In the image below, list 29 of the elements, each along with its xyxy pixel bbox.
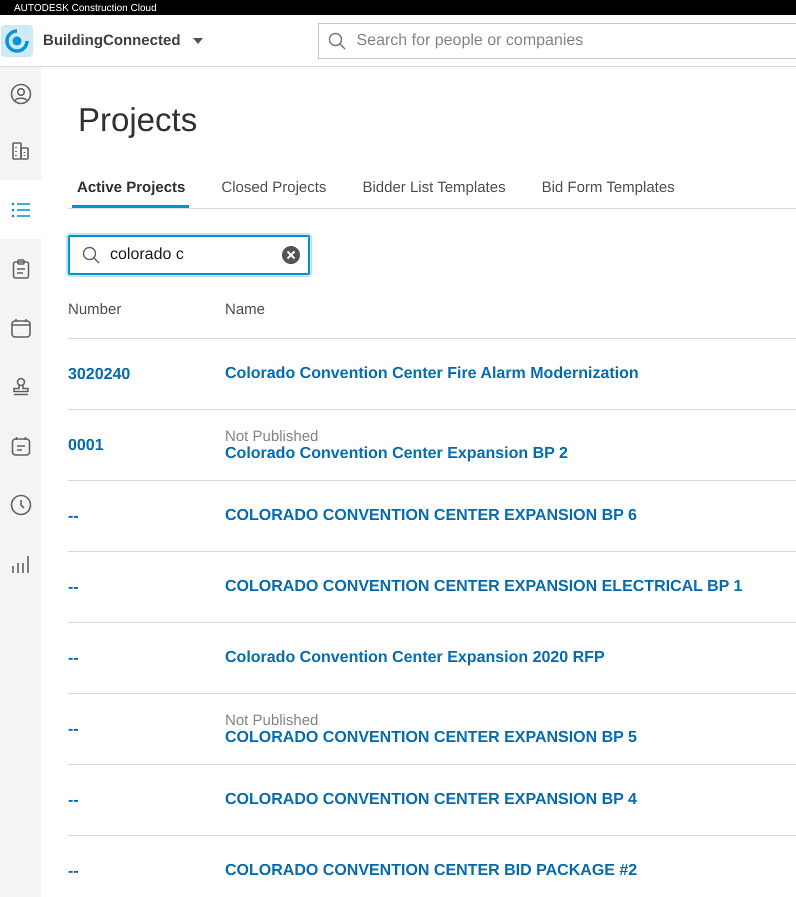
project-number[interactable]: -- bbox=[68, 863, 79, 880]
filter-field[interactable]: colorado c bbox=[68, 235, 310, 275]
status-label: Not Published bbox=[225, 428, 318, 444]
column-header[interactable]: Name bbox=[225, 301, 266, 338]
project-link[interactable]: Colorado Convention Center Expansion 2020 RFP bbox=[225, 649, 605, 667]
project-link[interactable]: Colorado Convention Center Fire Alarm Modernization bbox=[225, 365, 639, 383]
tab[interactable]: Active Projects bbox=[72, 171, 190, 208]
project-link[interactable]: COLORADO CONVENTION CENTER EXPANSION ELECTRICAL BP 1 bbox=[225, 578, 742, 596]
project-link[interactable]: COLORADO CONVENTION CENTER EXPANSION BP 4 bbox=[225, 791, 637, 809]
brand-title: AUTODESK Construction Cloud bbox=[13, 3, 157, 15]
project-link[interactable]: COLORADO CONVENTION CENTER EXPANSION BP 6 bbox=[225, 507, 637, 525]
page-title: Projects bbox=[78, 101, 198, 140]
column-header[interactable]: Number bbox=[68, 301, 225, 338]
status-label: Not Published bbox=[225, 712, 318, 728]
project-number[interactable]: -- bbox=[68, 721, 79, 738]
tab[interactable]: Bidder List Templates bbox=[358, 171, 510, 208]
project-number[interactable]: -- bbox=[68, 508, 79, 525]
project-number[interactable]: 0001 bbox=[68, 437, 104, 454]
project-link[interactable]: COLORADO CONVENTION CENTER EXPANSION BP 5 bbox=[225, 728, 637, 746]
project-link[interactable]: Colorado Convention Center Expansion BP 2 bbox=[225, 444, 568, 462]
tab[interactable]: Bid Form Templates bbox=[538, 171, 679, 208]
project-number[interactable]: 3020240 bbox=[68, 366, 130, 383]
project-number[interactable]: -- bbox=[68, 792, 79, 809]
tab[interactable]: Closed Projects bbox=[217, 171, 330, 208]
project-link[interactable]: COLORADO CONVENTION CENTER BID PACKAGE #2 bbox=[225, 862, 638, 880]
project-number[interactable]: -- bbox=[68, 650, 79, 667]
project-number[interactable]: -- bbox=[68, 579, 79, 596]
app-switcher[interactable]: BuildingConnected bbox=[43, 32, 180, 49]
search-field[interactable]: Search for people or companies bbox=[318, 22, 796, 58]
